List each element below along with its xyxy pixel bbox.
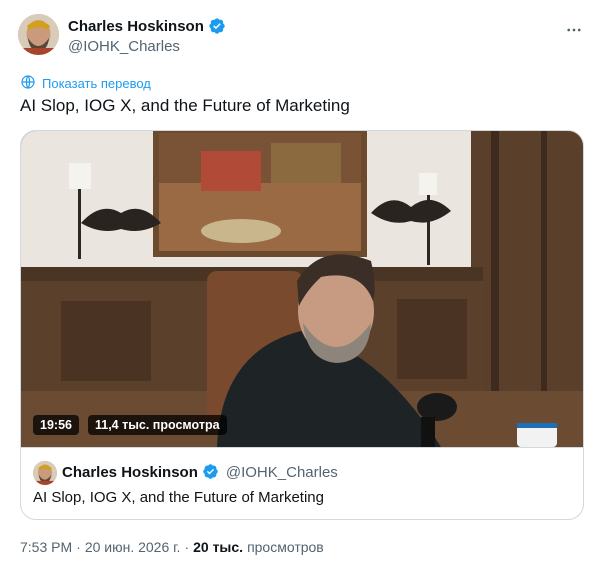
tweet-time[interactable]: 7:53 PM <box>20 539 72 555</box>
tweet-header: Charles Hoskinson @IOHK_Charles <box>18 14 586 58</box>
author-avatar[interactable] <box>18 14 59 55</box>
author-handle[interactable]: @IOHK_Charles <box>68 38 180 55</box>
tweet-date[interactable]: 20 июн. 2026 г. <box>85 539 181 555</box>
quoted-author-handle: @IOHK_Charles <box>225 463 338 481</box>
more-horizontal-icon[interactable] <box>564 20 584 40</box>
tweet-meta: 7:53 PM · 20 июн. 2026 г. · 20 тыс. прос… <box>20 539 324 555</box>
verified-badge-icon <box>202 463 220 481</box>
show-translation-link[interactable]: Показать перевод <box>20 74 151 93</box>
views-label: просмотров <box>247 539 324 555</box>
views-count: 20 тыс. <box>193 539 244 555</box>
author-name[interactable]: Charles Hoskinson <box>68 18 204 35</box>
quoted-author-name: Charles Hoskinson <box>62 463 198 481</box>
quoted-tweet[interactable]: Charles Hoskinson @IOHK_Charles AI Slop,… <box>21 447 583 519</box>
video-views-badge: 11,4 тыс. просмотра <box>88 415 227 435</box>
quoted-author-avatar <box>33 461 57 485</box>
video-duration-badge: 19:56 <box>33 415 79 435</box>
video-player[interactable]: 19:56 11,4 тыс. просмотра <box>21 131 583 447</box>
video-card[interactable]: 19:56 11,4 тыс. просмотра Charles Hoskin… <box>20 130 584 520</box>
meta-separator: · <box>76 539 81 555</box>
meta-separator: · <box>184 539 190 555</box>
translate-icon <box>20 74 36 93</box>
video-thumbnail <box>21 131 583 447</box>
translate-label: Показать перевод <box>42 76 151 91</box>
tweet-text: AI Slop, IOG X, and the Future of Market… <box>20 96 350 115</box>
verified-badge-icon <box>208 17 226 35</box>
quoted-tweet-text: AI Slop, IOG X, and the Future of Market… <box>33 489 324 506</box>
